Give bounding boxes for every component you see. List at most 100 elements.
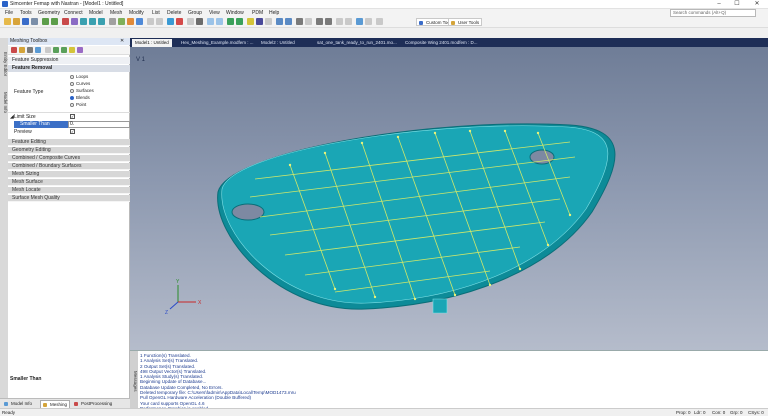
surface-mesh-quality-section[interactable]: Surface Mesh Quality xyxy=(8,195,130,202)
menu-view[interactable]: View xyxy=(209,10,220,16)
radio-surfaces[interactable] xyxy=(70,88,74,93)
combined-boundary-surfaces-section[interactable]: Combined / Boundary Surfaces xyxy=(8,163,130,170)
feature-type-loops[interactable]: Loops xyxy=(70,74,88,79)
smaller-than-label[interactable]: Smaller Than xyxy=(14,121,68,128)
regenerate-icon[interactable] xyxy=(236,18,243,25)
menu-connect[interactable]: Connect xyxy=(64,10,83,16)
toolbox-tool-icon[interactable] xyxy=(45,47,51,53)
entity-editor-tab[interactable]: Entity Editor xyxy=(0,44,8,84)
analyze-icon[interactable] xyxy=(167,18,174,25)
radio-blends[interactable] xyxy=(70,95,74,100)
menu-pdm[interactable]: PDM xyxy=(252,10,263,16)
doc-tab-sat-tank[interactable]: sat_one_tank_ready_to_run_2401.mo... xyxy=(314,39,400,47)
postprocessing-tab[interactable]: PostProcessing xyxy=(72,400,114,408)
toolbox-tool-icon[interactable] xyxy=(69,47,75,53)
toolbox-tool-icon[interactable] xyxy=(61,47,67,53)
model-info-side-tab[interactable]: Model Info xyxy=(0,88,8,118)
command-search-input[interactable]: Search commands (Alt+Q) xyxy=(670,9,756,17)
pick-icon[interactable] xyxy=(216,18,223,25)
undo-icon[interactable] xyxy=(42,18,49,25)
close-button[interactable]: ✕ xyxy=(750,0,764,8)
feature-type-curves[interactable]: Curves xyxy=(70,81,90,86)
toolbox-tool-icon[interactable] xyxy=(19,47,25,53)
radio-curves[interactable] xyxy=(70,81,74,86)
view-select-icon[interactable] xyxy=(71,18,78,25)
limit-size-checkbox[interactable]: ✓ xyxy=(70,114,75,119)
view-rotate-icon[interactable] xyxy=(80,18,87,25)
radio-loops[interactable] xyxy=(70,74,74,79)
menu-window[interactable]: Window xyxy=(226,10,244,16)
doc-tab-model1[interactable]: Model1 : Untitled xyxy=(132,39,172,47)
menu-tools[interactable]: Tools xyxy=(20,10,32,16)
menu-geometry[interactable]: Geometry xyxy=(38,10,60,16)
next-view-icon[interactable] xyxy=(325,18,332,25)
delete-icon[interactable] xyxy=(62,18,69,25)
toolbox-close-icon[interactable]: ✕ xyxy=(120,38,124,45)
new-model-icon[interactable] xyxy=(4,18,11,25)
feature-type-surfaces[interactable]: Surfaces xyxy=(70,88,94,93)
graphics-viewport[interactable]: V 1 Y X Z xyxy=(130,47,768,350)
smaller-than-input[interactable]: 0. xyxy=(68,121,130,128)
mesh-sizing-section[interactable]: Mesh Sizing xyxy=(8,171,130,178)
view-orient-icon[interactable] xyxy=(285,18,292,25)
maximize-button[interactable]: ☐ xyxy=(730,0,744,8)
status-prop[interactable]: Prop: 0 xyxy=(676,410,691,415)
toolbox-tool-icon[interactable] xyxy=(77,47,83,53)
radio-point[interactable] xyxy=(70,102,74,107)
toolbox-tool-icon[interactable] xyxy=(11,47,17,53)
snap-icon[interactable] xyxy=(207,18,214,25)
status-grp[interactable]: Grp: 0 xyxy=(730,410,743,415)
doc-tab-hex-meshing[interactable]: Hex_Meshing_Example.modfem : ... xyxy=(178,39,257,47)
menu-help[interactable]: Help xyxy=(269,10,279,16)
mesh-surface-section[interactable]: Mesh Surface xyxy=(8,179,130,186)
redo-icon[interactable] xyxy=(51,18,58,25)
feature-type-blends[interactable]: Blends xyxy=(70,95,90,100)
menu-delete[interactable]: Delete xyxy=(167,10,181,16)
status-con[interactable]: Con: 0 xyxy=(712,410,725,415)
doc-tab-composite-wing[interactable]: Composite Wing 2401.modfem : D... xyxy=(402,39,481,47)
post-icon[interactable] xyxy=(176,18,183,25)
view-options-icon[interactable] xyxy=(109,18,116,25)
autoscale-icon[interactable] xyxy=(336,18,343,25)
magnify-icon[interactable] xyxy=(345,18,352,25)
status-csys[interactable]: CSys: 0 xyxy=(748,410,764,415)
menu-group[interactable]: Group xyxy=(188,10,202,16)
mesh-locate-section[interactable]: Mesh Locate xyxy=(8,187,130,194)
toolbar-overflow-icon[interactable] xyxy=(376,18,383,25)
dynamic-rotate-icon[interactable] xyxy=(356,18,363,25)
render-icon[interactable] xyxy=(256,18,263,25)
menu-file[interactable]: File xyxy=(5,10,13,16)
entity-select-icon[interactable] xyxy=(147,18,154,25)
feature-suppression-section[interactable]: Feature Suppression xyxy=(8,57,130,64)
labels-icon[interactable] xyxy=(247,18,254,25)
view-pan-icon[interactable] xyxy=(89,18,96,25)
more-tools-icon[interactable] xyxy=(365,18,372,25)
toolbox-tool-icon[interactable] xyxy=(35,47,41,53)
visibility-icon[interactable] xyxy=(196,18,203,25)
mesh-model-render[interactable]: Y X Z xyxy=(130,47,768,350)
feature-editing-section[interactable]: Feature Editing xyxy=(8,139,130,146)
meshing-tab[interactable]: Meshing xyxy=(40,400,71,408)
menu-modify[interactable]: Modify xyxy=(129,10,144,16)
menu-mesh[interactable]: Mesh xyxy=(110,10,122,16)
view-style-icon[interactable] xyxy=(276,18,283,25)
minimize-button[interactable]: – xyxy=(712,0,726,8)
geometry-editing-section[interactable]: Geometry Editing xyxy=(8,147,130,154)
menu-list[interactable]: List xyxy=(152,10,160,16)
shading-icon[interactable] xyxy=(265,18,272,25)
constraints-icon[interactable] xyxy=(136,18,143,25)
doc-tab-model2[interactable]: Model2 : Untitled xyxy=(258,39,298,47)
feature-removal-section[interactable]: Feature Removal xyxy=(8,65,130,72)
preview-checkbox[interactable]: ✓ xyxy=(70,129,75,134)
prev-view-icon[interactable] xyxy=(316,18,323,25)
settings-icon[interactable] xyxy=(305,18,312,25)
open-folder-icon[interactable] xyxy=(13,18,20,25)
save-icon[interactable] xyxy=(22,18,29,25)
print-icon[interactable] xyxy=(31,18,38,25)
mesh-icon[interactable] xyxy=(118,18,125,25)
menu-model[interactable]: Model xyxy=(89,10,103,16)
user-tools-button[interactable]: User Tools xyxy=(448,18,483,26)
combined-composite-curves-section[interactable]: Combined / Composite Curves xyxy=(8,155,130,162)
measure-icon[interactable] xyxy=(296,18,303,25)
messages-side-tab[interactable]: Messages xyxy=(130,351,138,411)
